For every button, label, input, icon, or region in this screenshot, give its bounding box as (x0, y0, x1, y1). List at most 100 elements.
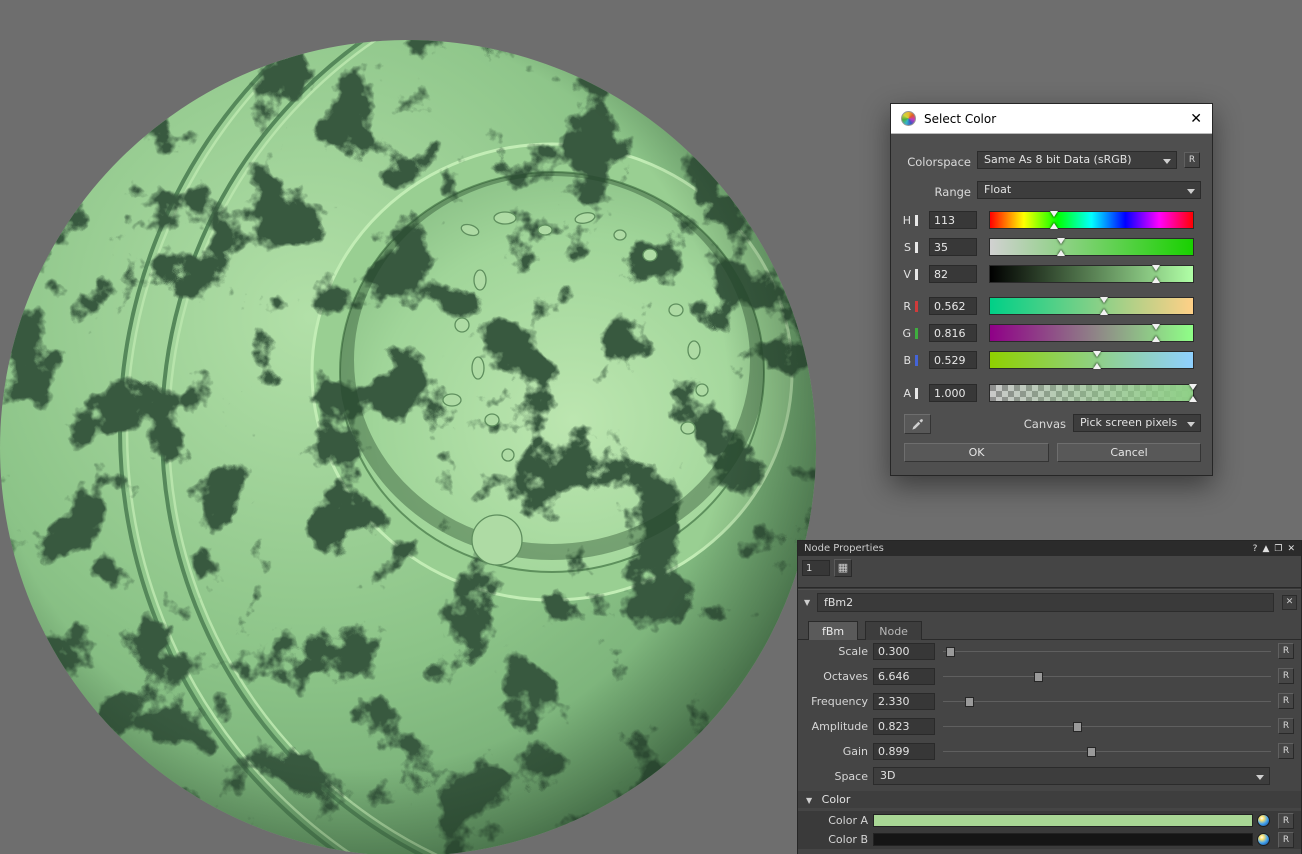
tab-fbm[interactable]: fBm (808, 621, 858, 640)
octaves-input[interactable] (873, 668, 935, 685)
panel-titlebar[interactable]: Node Properties ? ▲ ❐ ✕ (798, 541, 1301, 556)
hue-label: H (891, 214, 911, 227)
amplitude-slider[interactable] (943, 718, 1271, 735)
frequency-slider-handle[interactable] (965, 697, 974, 707)
hue-input[interactable] (929, 211, 977, 229)
red-label: R (891, 300, 911, 313)
panel-close-icon[interactable]: ✕ (1287, 544, 1295, 554)
panel-title: Node Properties (804, 543, 1253, 554)
alpha-input[interactable] (929, 384, 977, 402)
param-row-amplitude: Amplitude R (798, 717, 1301, 737)
panel-divider (798, 587, 1301, 590)
scale-slider-handle[interactable] (946, 647, 955, 657)
alpha-slider[interactable] (989, 384, 1194, 402)
color-section-label: Color (822, 793, 851, 806)
amplitude-label: Amplitude (798, 720, 868, 733)
param-row-scale: Scale R (798, 642, 1301, 662)
scale-label: Scale (798, 645, 868, 658)
value-tick (915, 269, 918, 280)
color-b-picker-icon[interactable] (1257, 833, 1270, 846)
gain-input[interactable] (873, 743, 935, 760)
color-b-row: Color B R (798, 830, 1301, 849)
range-dropdown[interactable]: Float (977, 181, 1201, 199)
color-b-label: Color B (798, 833, 868, 846)
octaves-slider-handle[interactable] (1034, 672, 1043, 682)
colorspace-reset-button[interactable]: R (1184, 152, 1200, 168)
section-arrow-icon: ▼ (806, 796, 812, 805)
node-collapse-arrow-icon[interactable]: ▼ (804, 598, 810, 607)
green-row: G (891, 324, 1212, 342)
float-window-icon[interactable]: ❐ (1274, 544, 1282, 554)
node-properties-panel: Node Properties ? ▲ ❐ ✕ ▦ ▼ fBm2 ✕ fBm N… (797, 540, 1302, 854)
color-b-swatch[interactable] (873, 833, 1253, 846)
octaves-reset-button[interactable]: R (1278, 668, 1294, 684)
amplitude-reset-button[interactable]: R (1278, 718, 1294, 734)
blue-input[interactable] (929, 351, 977, 369)
range-value: Float (984, 183, 1011, 196)
green-input[interactable] (929, 324, 977, 342)
space-dropdown[interactable]: 3D (873, 767, 1270, 785)
node-close-button[interactable]: ✕ (1282, 595, 1297, 610)
cancel-button[interactable]: Cancel (1057, 443, 1201, 462)
red-input[interactable] (929, 297, 977, 315)
dialog-title: Select Color (924, 112, 1182, 126)
saturation-input[interactable] (929, 238, 977, 256)
blue-row: B (891, 351, 1212, 369)
close-icon[interactable]: ✕ (1190, 112, 1202, 126)
help-icon[interactable]: ? (1253, 544, 1258, 554)
scale-slider[interactable] (943, 643, 1271, 660)
collapse-icon[interactable]: ▲ (1262, 544, 1269, 554)
color-wheel-icon (901, 111, 916, 126)
frequency-slider[interactable] (943, 693, 1271, 710)
gain-slider[interactable] (943, 743, 1271, 760)
color-a-reset-button[interactable]: R (1278, 813, 1294, 829)
gain-label: Gain (798, 745, 868, 758)
space-value: 3D (880, 769, 895, 782)
red-row: R (891, 297, 1212, 315)
gain-reset-button[interactable]: R (1278, 743, 1294, 759)
value-input[interactable] (929, 265, 977, 283)
node-name-field[interactable]: fBm2 (817, 593, 1274, 612)
node-header[interactable]: ▼ fBm2 ✕ (802, 593, 1297, 613)
canvas-dropdown[interactable]: Pick screen pixels (1073, 414, 1201, 432)
color-a-picker-icon[interactable] (1257, 814, 1270, 827)
color-a-swatch[interactable] (873, 814, 1253, 827)
amplitude-slider-handle[interactable] (1073, 722, 1082, 732)
value-label: V (891, 268, 911, 281)
amplitude-input[interactable] (873, 718, 935, 735)
hue-slider[interactable] (989, 211, 1194, 229)
octaves-label: Octaves (798, 670, 868, 683)
sphere-vignette (0, 40, 816, 854)
saturation-label: S (891, 241, 911, 254)
scale-input[interactable] (873, 643, 935, 660)
scale-reset-button[interactable]: R (1278, 643, 1294, 659)
frequency-input[interactable] (873, 693, 935, 710)
eyedropper-button[interactable] (904, 414, 931, 434)
value-slider[interactable] (989, 265, 1194, 283)
colorspace-dropdown[interactable]: Same As 8 bit Data (sRGB) (977, 151, 1177, 169)
node-index-input[interactable] (802, 560, 830, 576)
green-slider[interactable] (989, 324, 1194, 342)
param-row-gain: Gain R (798, 742, 1301, 762)
gain-slider-handle[interactable] (1087, 747, 1096, 757)
value-row: V (891, 265, 1212, 283)
select-color-dialog: Select Color ✕ Colorspace Same As 8 bit … (890, 103, 1213, 476)
pin-button[interactable]: ▦ (834, 559, 852, 577)
blue-slider[interactable] (989, 351, 1194, 369)
3d-viewport-sphere[interactable] (0, 0, 820, 854)
hue-row: H (891, 211, 1212, 229)
frequency-reset-button[interactable]: R (1278, 693, 1294, 709)
octaves-slider[interactable] (943, 668, 1271, 685)
color-b-reset-button[interactable]: R (1278, 832, 1294, 848)
red-slider[interactable] (989, 297, 1194, 315)
alpha-tick (915, 388, 918, 399)
ok-button[interactable]: OK (904, 443, 1049, 462)
blue-label: B (891, 354, 911, 367)
color-section-header[interactable]: ▼ Color (798, 791, 1301, 808)
dialog-titlebar[interactable]: Select Color ✕ (891, 104, 1212, 134)
saturation-slider[interactable] (989, 238, 1194, 256)
application-window: Select Color ✕ Colorspace Same As 8 bit … (0, 0, 1302, 854)
eyedropper-icon (911, 418, 924, 431)
tab-node[interactable]: Node (865, 621, 922, 640)
param-row-frequency: Frequency R (798, 692, 1301, 712)
